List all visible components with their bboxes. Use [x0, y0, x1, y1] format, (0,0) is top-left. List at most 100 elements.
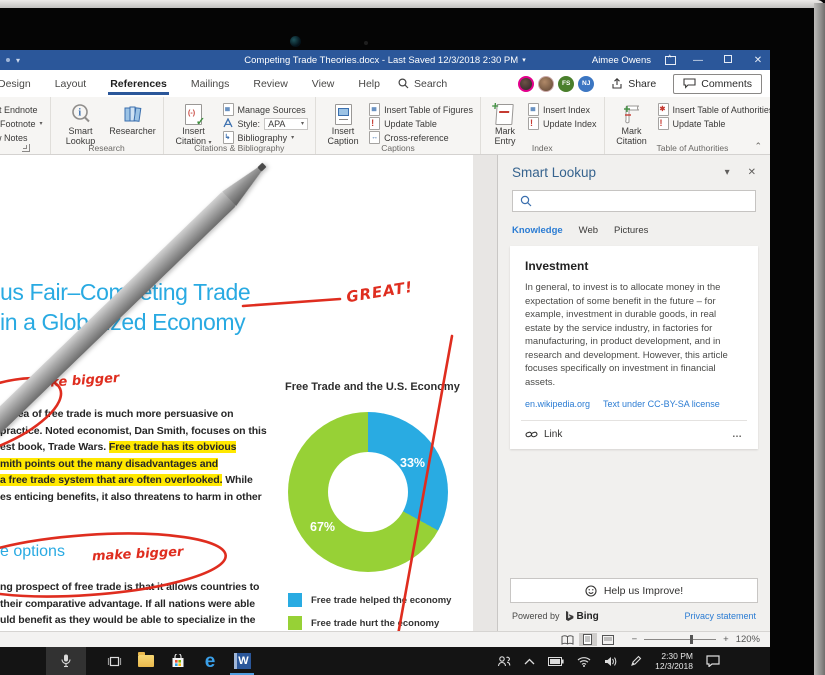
zoom-slider[interactable]	[644, 639, 716, 640]
update-table-toa-button[interactable]: !Update Table	[658, 117, 771, 130]
wifi-icon[interactable]	[577, 656, 591, 667]
update-table-icon: !	[369, 117, 380, 130]
dropdown-caret-icon: ▾	[40, 120, 43, 127]
privacy-statement-link[interactable]: Privacy statement	[684, 611, 756, 621]
tab-design[interactable]: Design	[0, 70, 43, 97]
avatar[interactable]	[518, 76, 534, 92]
minimize-button[interactable]: —	[690, 55, 706, 66]
document-page[interactable]: us Fair–Competing Trade in a Globalized …	[0, 155, 473, 631]
insert-citation-button[interactable]: (-)✓ Insert Citation ▾	[171, 102, 217, 148]
mark-citation-button[interactable]: Mark Citation	[612, 102, 652, 146]
show-notes-button[interactable]: Show Notes	[0, 131, 43, 144]
mark-entry-button[interactable]: + Mark Entry	[488, 102, 522, 146]
update-table-button[interactable]: !Update Table	[369, 117, 473, 130]
search-box[interactable]: Search	[398, 78, 447, 90]
legend-swatch-green	[288, 616, 302, 630]
citation-style-selector[interactable]: Style: APA▾	[223, 117, 309, 130]
microphone-button[interactable]	[46, 647, 86, 675]
pane-dropdown-icon[interactable]: ▾	[725, 167, 730, 178]
toa-group-label: Table of Authorities	[605, 143, 771, 153]
file-explorer-button[interactable]	[130, 647, 162, 675]
zoom-slider-thumb[interactable]	[690, 635, 693, 644]
tab-web[interactable]: Web	[579, 225, 598, 236]
tab-references[interactable]: References	[98, 70, 179, 97]
pane-tabs: Knowledge Web Pictures	[512, 225, 756, 236]
ink-annotation-make-bigger-2: make bigger	[92, 545, 184, 565]
dropdown-caret-icon: ▾	[291, 134, 294, 141]
tab-pictures[interactable]: Pictures	[614, 225, 648, 236]
insert-citation-icon: (-)✓	[185, 102, 202, 126]
web-layout-icon[interactable]	[599, 633, 617, 646]
volume-icon[interactable]	[604, 656, 617, 667]
share-button[interactable]: Share	[602, 75, 665, 93]
tab-help[interactable]: Help	[346, 70, 392, 97]
insert-caption-button[interactable]: Insert Caption	[323, 102, 363, 146]
legend-item-hurt: Free trade hurt the economy	[288, 616, 451, 630]
zoom-out-button[interactable]: −	[632, 634, 638, 645]
insert-index-icon: ≣	[528, 103, 539, 116]
signed-in-user[interactable]: Aimee Owens	[592, 55, 651, 66]
collaborator-avatars: FS NJ	[518, 76, 594, 92]
help-us-improve-button[interactable]: Help us Improve!	[510, 578, 758, 603]
chart-title: Free Trade and the U.S. Economy	[285, 381, 460, 393]
insert-endnote-button[interactable]: Insert Endnote	[0, 103, 43, 116]
comments-button[interactable]: Comments	[673, 74, 762, 94]
pane-search-input[interactable]	[512, 190, 756, 212]
smart-lookup-pane: Smart Lookup ▾ ✕ Knowledge Web Pictures …	[497, 155, 770, 631]
people-icon[interactable]	[497, 655, 511, 667]
avatar[interactable]: FS	[558, 76, 574, 92]
next-footnote-button[interactable]: Next Footnote▾	[0, 117, 43, 130]
print-layout-icon[interactable]	[579, 633, 597, 646]
microsoft-store-button[interactable]	[162, 647, 194, 675]
tab-knowledge[interactable]: Knowledge	[512, 225, 563, 236]
word-icon: W	[234, 653, 251, 669]
ribbon-tab-row: Design Layout References Mailings Review…	[0, 70, 770, 97]
donut-hole	[328, 452, 408, 532]
wikipedia-link[interactable]: en.wikipedia.org	[525, 399, 590, 409]
donut-chart: 33% 67%	[288, 412, 448, 572]
status-bar: − + 120%	[0, 631, 770, 647]
paragraph-1: e idea of free trade is much more persua…	[0, 406, 267, 505]
search-icon	[520, 195, 532, 207]
insert-index-button[interactable]: ≣Insert Index	[528, 103, 597, 116]
collapse-ribbon-icon[interactable]: ⌃	[754, 141, 762, 152]
restore-button[interactable]	[720, 55, 736, 66]
ribbon-display-options-icon[interactable]	[665, 56, 676, 65]
show-hidden-icons-chevron[interactable]	[524, 658, 535, 665]
dialog-launcher-icon[interactable]	[22, 144, 30, 152]
researcher-button[interactable]: Researcher	[110, 102, 156, 136]
battery-icon[interactable]	[548, 657, 564, 666]
insert-table-of-authorities-button[interactable]: ✱Insert Table of Authorities	[658, 103, 771, 116]
insert-table-of-figures-button[interactable]: ≣Insert Table of Figures	[369, 103, 473, 116]
word-button[interactable]: W	[226, 647, 258, 675]
title-caret[interactable]: ▾	[522, 56, 526, 64]
ribbon-group-captions: Insert Caption ≣Insert Table of Figures …	[315, 97, 480, 154]
read-mode-icon[interactable]	[559, 633, 577, 646]
pane-close-icon[interactable]: ✕	[748, 167, 756, 178]
mark-citation-icon	[622, 102, 642, 126]
tab-layout[interactable]: Layout	[43, 70, 99, 97]
license-link[interactable]: Text under CC-BY-SA license	[603, 399, 720, 409]
tab-mailings[interactable]: Mailings	[179, 70, 242, 97]
tab-view[interactable]: View	[300, 70, 347, 97]
zoom-level[interactable]: 120%	[736, 634, 760, 645]
edge-button[interactable]: e	[194, 647, 226, 675]
tab-review[interactable]: Review	[241, 70, 299, 97]
clock[interactable]: 2:30 PM 12/3/2018	[655, 651, 693, 671]
smart-lookup-button[interactable]: i Smart Lookup	[58, 102, 104, 146]
avatar[interactable]: NJ	[578, 76, 594, 92]
insert-table-of-figures-icon: ≣	[369, 103, 380, 116]
link-action[interactable]: Link	[544, 429, 562, 440]
close-button[interactable]: ✕	[750, 55, 766, 66]
card-body: In general, to invest is to allocate mon…	[525, 281, 743, 389]
action-center-icon[interactable]	[706, 655, 720, 667]
card-title: Investment	[525, 259, 743, 273]
update-index-button[interactable]: !Update Index	[528, 117, 597, 130]
more-actions-icon[interactable]: …	[732, 429, 743, 440]
task-view-button[interactable]	[98, 647, 130, 675]
ribbon-group-table-of-authorities: Mark Citation ✱Insert Table of Authoriti…	[604, 97, 771, 154]
avatar[interactable]	[538, 76, 554, 92]
manage-sources-button[interactable]: ≣Manage Sources	[223, 103, 309, 116]
zoom-in-button[interactable]: +	[723, 634, 729, 645]
pen-settings-icon[interactable]	[630, 655, 642, 667]
